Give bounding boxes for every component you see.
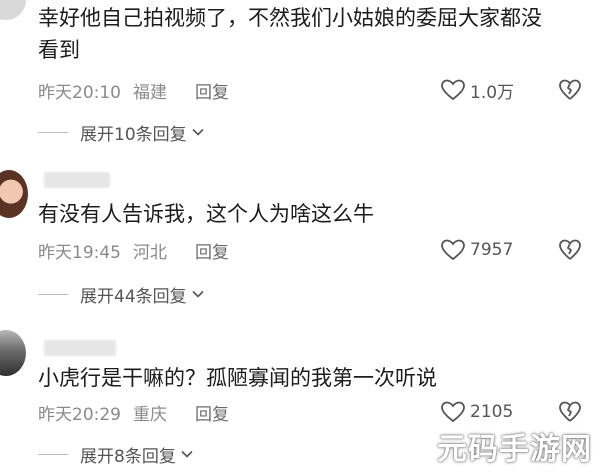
comment-time: 昨天20:10 xyxy=(38,82,121,103)
comment-meta: 昨天19:45 河北 回复 7957 xyxy=(38,236,582,264)
comment-location: 福建 xyxy=(133,82,167,103)
comment-meta: 昨天20:29 重庆 回复 2105 xyxy=(38,398,582,426)
reply-button[interactable]: 回复 xyxy=(195,78,229,103)
heart-icon[interactable] xyxy=(440,78,466,102)
divider-line xyxy=(38,453,68,455)
like-count: 2105 xyxy=(470,402,514,422)
avatar[interactable] xyxy=(0,170,28,218)
expand-replies-button[interactable]: 展开10条回复 xyxy=(38,120,205,145)
reply-button[interactable]: 回复 xyxy=(195,238,229,263)
broken-heart-icon[interactable] xyxy=(558,400,582,424)
like-count: 1.0万 xyxy=(470,82,515,103)
divider-line xyxy=(38,293,68,295)
broken-heart-icon[interactable] xyxy=(558,238,582,262)
chevron-down-icon xyxy=(192,128,204,136)
reply-button[interactable]: 回复 xyxy=(195,400,229,425)
username-blurred[interactable] xyxy=(44,340,116,356)
expand-replies-label: 展开8条回复 xyxy=(80,446,176,467)
expand-replies-label: 展开10条回复 xyxy=(80,124,187,145)
comment-time: 昨天20:29 xyxy=(38,404,121,425)
avatar[interactable] xyxy=(0,330,26,376)
expand-replies-button[interactable]: 展开8条回复 xyxy=(38,442,194,467)
like-count: 7957 xyxy=(470,240,514,260)
comment-text: 幸好他自己拍视频了，不然我们小姑娘的委屈大家都没看到 xyxy=(38,6,542,62)
divider-line xyxy=(38,131,68,133)
heart-icon[interactable] xyxy=(440,400,466,424)
comment-location: 重庆 xyxy=(133,404,167,425)
comment-time: 昨天19:45 xyxy=(38,242,121,263)
avatar[interactable] xyxy=(0,0,26,20)
comment-text: 小虎行是干嘛的？孤陋寡闻的我第一次听说 xyxy=(38,366,437,390)
expand-replies-label: 展开44条回复 xyxy=(80,286,187,307)
comment-text: 有没有人告诉我，这个人为啥这么牛 xyxy=(38,202,374,226)
expand-replies-button[interactable]: 展开44条回复 xyxy=(38,282,205,307)
site-watermark: 元码手游网 xyxy=(437,432,592,467)
heart-icon[interactable] xyxy=(440,238,466,262)
broken-heart-icon[interactable] xyxy=(558,78,582,102)
chevron-down-icon xyxy=(192,290,204,298)
chevron-down-icon xyxy=(181,450,193,458)
comment-meta: 昨天20:10 福建 回复 1.0万 xyxy=(38,76,582,104)
username-blurred[interactable] xyxy=(44,172,110,188)
comment-location: 河北 xyxy=(133,242,167,263)
